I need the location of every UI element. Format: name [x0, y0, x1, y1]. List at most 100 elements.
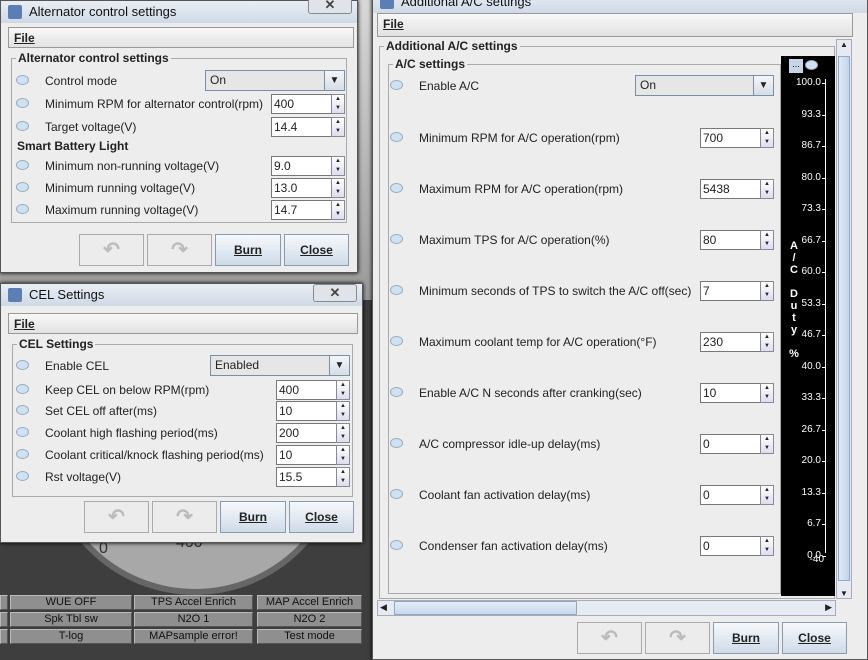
- spinner[interactable]: ▲ ▼: [331, 200, 345, 220]
- setting-dropdown[interactable]: On ▼: [205, 70, 345, 91]
- spinner[interactable]: ▲ ▼: [760, 230, 774, 250]
- status-indicator: MAPsample error!: [134, 629, 253, 644]
- edit-icon[interactable]: [390, 438, 403, 448]
- spinner[interactable]: ▲ ▼: [336, 445, 350, 465]
- setting-input[interactable]: 10: [276, 445, 336, 465]
- spinner[interactable]: ▲ ▼: [331, 156, 345, 176]
- edit-icon[interactable]: [16, 405, 29, 415]
- close-button[interactable]: Close: [289, 501, 354, 533]
- undo-button[interactable]: ↶: [577, 622, 642, 654]
- edit-icon[interactable]: [390, 540, 403, 550]
- edit-icon[interactable]: [16, 75, 29, 85]
- chevron-down-icon[interactable]: ▼: [753, 76, 773, 95]
- spinner[interactable]: ▲ ▼: [331, 117, 345, 137]
- gauge-tick-label: 60.0: [801, 266, 821, 278]
- setting-input[interactable]: 0: [700, 485, 760, 505]
- spinner[interactable]: ▲ ▼: [760, 536, 774, 556]
- spinner[interactable]: ▲ ▼: [760, 128, 774, 148]
- edit-icon[interactable]: [390, 489, 403, 499]
- close-window-button[interactable]: ✕: [313, 284, 357, 302]
- spinner[interactable]: ▲ ▼: [331, 94, 345, 114]
- setting-input[interactable]: 10: [700, 383, 760, 403]
- redo-button[interactable]: ↷: [645, 622, 710, 654]
- setting-input[interactable]: 700: [700, 128, 760, 148]
- edit-icon[interactable]: [16, 449, 29, 459]
- spinner[interactable]: ▲ ▼: [331, 178, 345, 198]
- more-button[interactable]: ...: [789, 59, 803, 73]
- spinner[interactable]: ▲ ▼: [760, 434, 774, 454]
- scroll-up-button[interactable]: ▲: [837, 40, 851, 56]
- edit-icon[interactable]: [16, 182, 29, 192]
- setting-input[interactable]: 13.0: [271, 178, 331, 198]
- redo-button[interactable]: ↷: [152, 501, 217, 533]
- scroll-thumb[interactable]: [394, 601, 577, 615]
- edit-icon[interactable]: [390, 234, 403, 244]
- setting-dropdown[interactable]: Enabled ▼: [210, 355, 350, 376]
- scroll-right-button[interactable]: ▶: [825, 602, 832, 613]
- spinner[interactable]: ▲ ▼: [336, 380, 350, 400]
- spinner[interactable]: ▲ ▼: [336, 467, 350, 487]
- spinner[interactable]: ▲ ▼: [760, 179, 774, 199]
- menu-file[interactable]: File: [8, 313, 358, 334]
- edit-icon[interactable]: [390, 183, 403, 193]
- setting-input[interactable]: 7: [700, 281, 760, 301]
- menu-file[interactable]: File: [377, 13, 853, 37]
- vertical-scrollbar[interactable]: ▲ ▼: [836, 39, 852, 599]
- edit-icon[interactable]: [16, 204, 29, 214]
- spinner[interactable]: ▲ ▼: [760, 383, 774, 403]
- setting-input[interactable]: 0: [700, 434, 760, 454]
- undo-button[interactable]: ↶: [84, 501, 149, 533]
- setting-input[interactable]: 80: [700, 230, 760, 250]
- setting-input[interactable]: 14.4: [271, 117, 331, 137]
- edit-icon[interactable]: [16, 427, 29, 437]
- edit-icon[interactable]: [16, 471, 29, 481]
- edit-icon[interactable]: [390, 387, 403, 397]
- group-title: CEL Settings: [17, 337, 96, 351]
- horizontal-scrollbar[interactable]: ◀ ▶: [377, 600, 836, 616]
- status-indicator: [0, 629, 8, 644]
- spinner[interactable]: ▲ ▼: [336, 401, 350, 421]
- setting-input[interactable]: 400: [276, 380, 336, 400]
- burn-button[interactable]: Burn: [220, 501, 286, 533]
- scroll-thumb[interactable]: [838, 56, 850, 581]
- edit-icon[interactable]: [390, 80, 403, 90]
- spinner[interactable]: ▲ ▼: [336, 423, 350, 443]
- spinner[interactable]: ▲ ▼: [760, 332, 774, 352]
- gauge-tick-label: 26.7: [801, 423, 821, 435]
- chevron-down-icon[interactable]: ▼: [329, 356, 349, 375]
- setting-input[interactable]: 0: [700, 536, 760, 556]
- setting-input[interactable]: 400: [271, 94, 331, 114]
- setting-dropdown[interactable]: On ▼: [635, 75, 774, 96]
- setting-input[interactable]: 9.0: [271, 156, 331, 176]
- edit-icon[interactable]: [390, 132, 403, 142]
- gauge-tick-mark: [822, 398, 826, 400]
- edit-icon[interactable]: [16, 384, 29, 394]
- spinner[interactable]: ▲ ▼: [760, 485, 774, 505]
- edit-icon[interactable]: [805, 60, 818, 70]
- redo-button[interactable]: ↷: [147, 234, 212, 266]
- edit-icon[interactable]: [16, 98, 29, 108]
- setting-input[interactable]: 200: [276, 423, 336, 443]
- spinner[interactable]: ▲ ▼: [760, 281, 774, 301]
- setting-input[interactable]: 10: [276, 401, 336, 421]
- undo-button[interactable]: ↶: [79, 234, 144, 266]
- edit-icon[interactable]: [390, 336, 403, 346]
- setting-input[interactable]: 5438: [700, 179, 760, 199]
- edit-icon[interactable]: [16, 121, 29, 131]
- setting-input[interactable]: 15.5: [276, 467, 336, 487]
- close-button[interactable]: Close: [284, 234, 349, 266]
- setting-input[interactable]: 14.7: [271, 200, 331, 220]
- scroll-left-button[interactable]: ◀: [380, 602, 387, 613]
- edit-icon[interactable]: [390, 285, 403, 295]
- setting-input[interactable]: 230: [700, 332, 760, 352]
- close-window-button[interactable]: ✕: [308, 0, 352, 14]
- edit-icon[interactable]: [16, 160, 29, 170]
- chevron-down-icon[interactable]: ▼: [324, 71, 344, 90]
- scroll-down-button[interactable]: ▼: [837, 589, 851, 598]
- close-button[interactable]: Close: [782, 622, 847, 654]
- burn-button[interactable]: Burn: [713, 622, 779, 654]
- burn-button[interactable]: Burn: [215, 234, 281, 266]
- edit-icon[interactable]: [16, 360, 29, 370]
- menu-file[interactable]: File: [8, 27, 354, 48]
- setting-label: Enable CEL: [45, 359, 110, 373]
